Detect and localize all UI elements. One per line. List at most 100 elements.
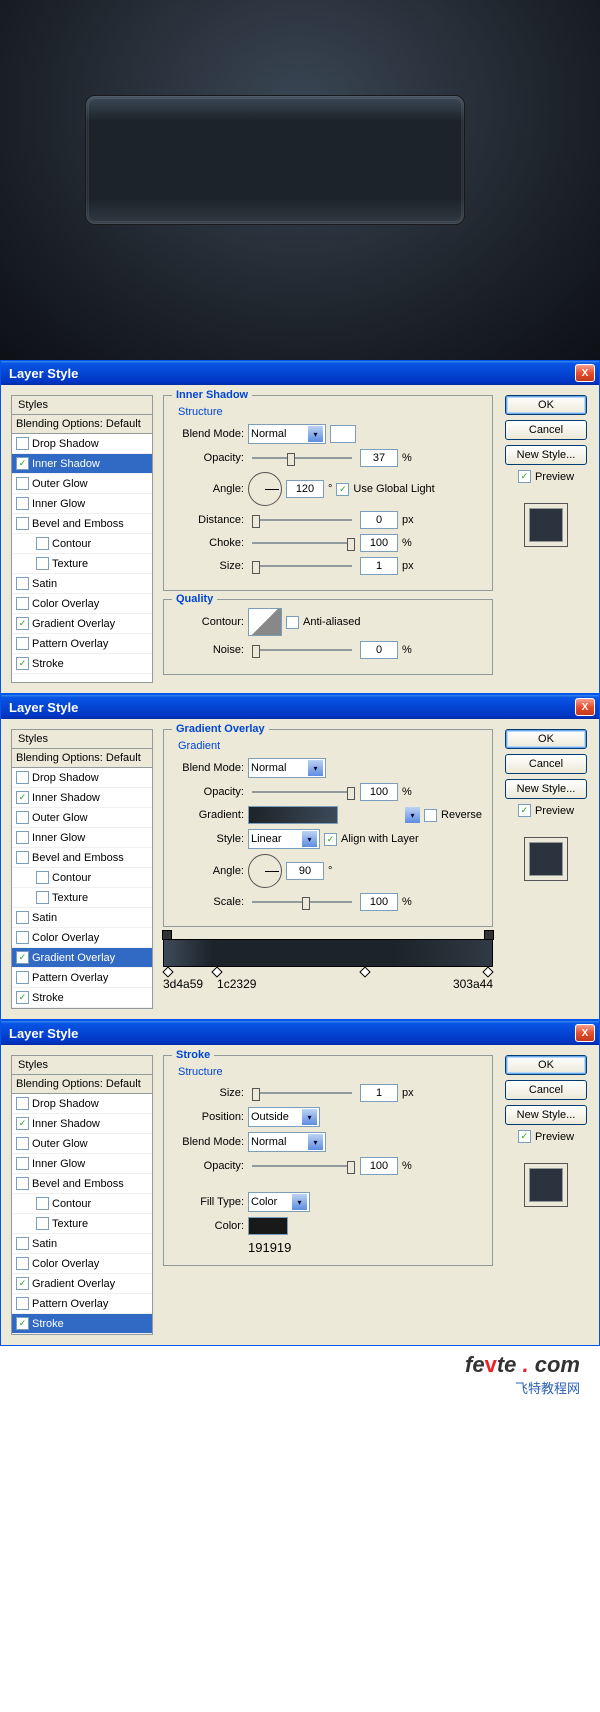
- style-pattern-overlay[interactable]: Pattern Overlay: [12, 968, 152, 988]
- noise-input[interactable]: [360, 641, 398, 659]
- style-gradient-overlay[interactable]: ✓Gradient Overlay: [12, 948, 152, 968]
- style-stroke[interactable]: ✓Stroke: [12, 654, 152, 674]
- checkbox[interactable]: [16, 1137, 29, 1150]
- opacity-slider[interactable]: [252, 791, 352, 793]
- close-button[interactable]: X: [575, 364, 595, 382]
- checkbox[interactable]: [16, 637, 29, 650]
- checkbox[interactable]: ✓: [16, 951, 29, 964]
- opacity-slider[interactable]: [252, 457, 352, 459]
- opacity-slider[interactable]: [252, 1165, 352, 1167]
- checkbox[interactable]: [16, 931, 29, 944]
- ok-button[interactable]: OK: [505, 1055, 587, 1075]
- contour-picker[interactable]: [248, 608, 282, 636]
- blending-options-row[interactable]: Blending Options: Default: [12, 1075, 152, 1094]
- checkbox[interactable]: ✓: [16, 657, 29, 670]
- style-bevel-emboss[interactable]: Bevel and Emboss: [12, 848, 152, 868]
- blend-mode-select[interactable]: Normal▾: [248, 758, 326, 778]
- checkbox[interactable]: [36, 891, 49, 904]
- checkbox[interactable]: ✓: [16, 1117, 29, 1130]
- opacity-stop[interactable]: [162, 930, 172, 940]
- blend-mode-select[interactable]: Normal▾: [248, 424, 326, 444]
- styles-header[interactable]: Styles: [12, 396, 152, 415]
- checkbox[interactable]: [16, 771, 29, 784]
- styles-header[interactable]: Styles: [12, 1056, 152, 1075]
- antialiased-checkbox[interactable]: [286, 616, 299, 629]
- checkbox[interactable]: [16, 477, 29, 490]
- checkbox[interactable]: [16, 497, 29, 510]
- style-stroke[interactable]: ✓Stroke: [12, 988, 152, 1008]
- new-style-button[interactable]: New Style...: [505, 1105, 587, 1125]
- style-contour[interactable]: Contour: [12, 868, 152, 888]
- checkbox[interactable]: ✓: [16, 457, 29, 470]
- style-contour[interactable]: Contour: [12, 1194, 152, 1214]
- style-outer-glow[interactable]: Outer Glow: [12, 808, 152, 828]
- checkbox[interactable]: [36, 871, 49, 884]
- style-texture[interactable]: Texture: [12, 1214, 152, 1234]
- style-drop-shadow[interactable]: Drop Shadow: [12, 434, 152, 454]
- checkbox[interactable]: [36, 1217, 49, 1230]
- checkbox[interactable]: [36, 557, 49, 570]
- style-satin[interactable]: Satin: [12, 908, 152, 928]
- color-stop[interactable]: [212, 966, 223, 977]
- checkbox[interactable]: [36, 1197, 49, 1210]
- checkbox[interactable]: [16, 437, 29, 450]
- checkbox[interactable]: [16, 1257, 29, 1270]
- gradient-editor[interactable]: 3d4a59 1c2329 303a44: [163, 939, 493, 991]
- preview-checkbox[interactable]: ✓: [518, 1130, 531, 1143]
- preview-checkbox[interactable]: ✓: [518, 470, 531, 483]
- new-style-button[interactable]: New Style...: [505, 445, 587, 465]
- midpoint[interactable]: [359, 966, 370, 977]
- checkbox[interactable]: [16, 971, 29, 984]
- opacity-input[interactable]: [360, 1157, 398, 1175]
- styles-header[interactable]: Styles: [12, 730, 152, 749]
- chevron-down-icon[interactable]: ▾: [405, 807, 420, 823]
- angle-input[interactable]: [286, 862, 324, 880]
- reverse-checkbox[interactable]: [424, 809, 437, 822]
- ok-button[interactable]: OK: [505, 729, 587, 749]
- style-satin[interactable]: Satin: [12, 574, 152, 594]
- stroke-color-swatch[interactable]: [248, 1217, 288, 1235]
- checkbox[interactable]: ✓: [16, 791, 29, 804]
- shadow-color-swatch[interactable]: [330, 425, 356, 443]
- style-inner-glow[interactable]: Inner Glow: [12, 1154, 152, 1174]
- cancel-button[interactable]: Cancel: [505, 420, 587, 440]
- style-pattern-overlay[interactable]: Pattern Overlay: [12, 1294, 152, 1314]
- style-drop-shadow[interactable]: Drop Shadow: [12, 768, 152, 788]
- titlebar[interactable]: Layer Style X: [1, 1021, 599, 1045]
- checkbox[interactable]: [16, 1157, 29, 1170]
- size-slider[interactable]: [252, 565, 352, 567]
- gradient-picker[interactable]: [248, 806, 338, 824]
- style-inner-glow[interactable]: Inner Glow: [12, 828, 152, 848]
- angle-dial[interactable]: [248, 854, 282, 888]
- checkbox[interactable]: [16, 831, 29, 844]
- checkbox[interactable]: ✓: [16, 1277, 29, 1290]
- checkbox[interactable]: [16, 1097, 29, 1110]
- gradient-bar[interactable]: [163, 939, 493, 967]
- checkbox[interactable]: ✓: [16, 991, 29, 1004]
- style-stroke[interactable]: ✓Stroke: [12, 1314, 152, 1334]
- size-input[interactable]: [360, 1084, 398, 1102]
- style-gradient-overlay[interactable]: ✓Gradient Overlay: [12, 614, 152, 634]
- noise-slider[interactable]: [252, 649, 352, 651]
- size-slider[interactable]: [252, 1092, 352, 1094]
- style-outer-glow[interactable]: Outer Glow: [12, 1134, 152, 1154]
- position-select[interactable]: Outside▾: [248, 1107, 320, 1127]
- blend-mode-select[interactable]: Normal▾: [248, 1132, 326, 1152]
- global-light-checkbox[interactable]: ✓: [336, 483, 349, 496]
- gradient-style-select[interactable]: Linear▾: [248, 829, 320, 849]
- style-inner-shadow[interactable]: ✓Inner Shadow: [12, 1114, 152, 1134]
- checkbox[interactable]: [16, 911, 29, 924]
- opacity-stop[interactable]: [484, 930, 494, 940]
- checkbox[interactable]: [16, 577, 29, 590]
- checkbox[interactable]: [36, 537, 49, 550]
- preview-checkbox[interactable]: ✓: [518, 804, 531, 817]
- style-gradient-overlay[interactable]: ✓Gradient Overlay: [12, 1274, 152, 1294]
- scale-input[interactable]: [360, 893, 398, 911]
- fill-type-select[interactable]: Color▾: [248, 1192, 310, 1212]
- style-texture[interactable]: Texture: [12, 554, 152, 574]
- style-color-overlay[interactable]: Color Overlay: [12, 928, 152, 948]
- blending-options-row[interactable]: Blending Options: Default: [12, 415, 152, 434]
- style-color-overlay[interactable]: Color Overlay: [12, 1254, 152, 1274]
- new-style-button[interactable]: New Style...: [505, 779, 587, 799]
- style-bevel-emboss[interactable]: Bevel and Emboss: [12, 514, 152, 534]
